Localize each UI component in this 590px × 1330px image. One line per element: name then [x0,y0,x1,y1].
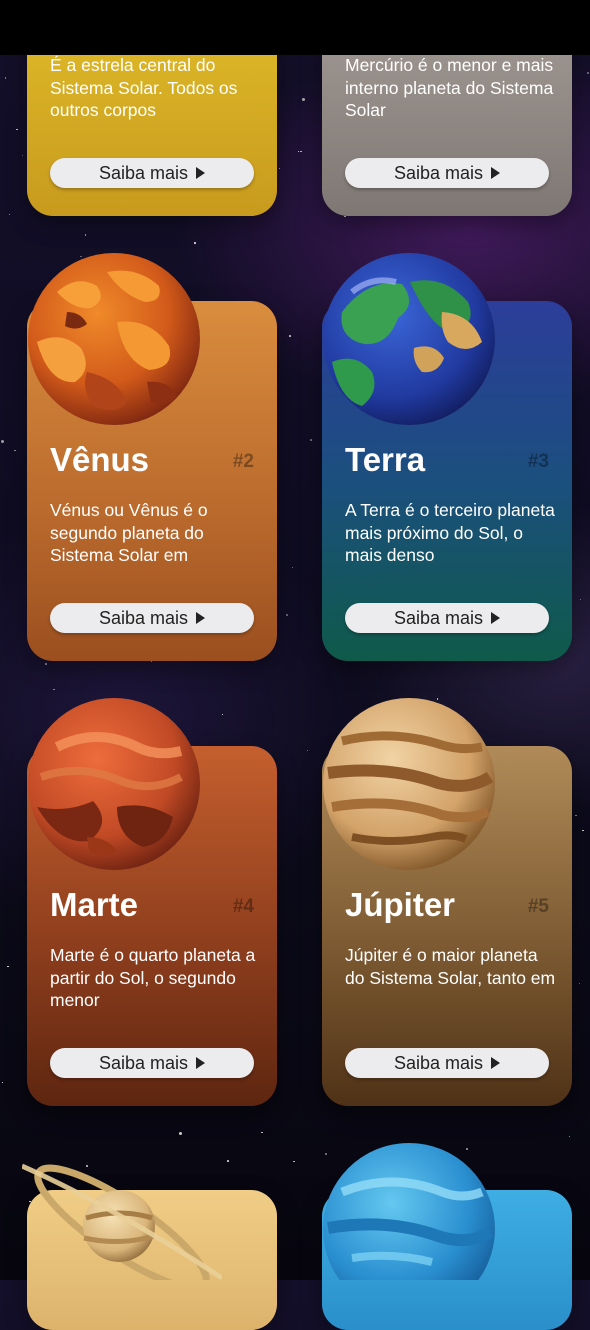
play-triangle-icon [196,1057,206,1069]
star [227,1160,229,1162]
star [582,829,584,832]
star [53,688,55,691]
button-label: Saiba mais [393,162,484,183]
play-triangle-icon [196,612,206,624]
planet-name: Terra [345,441,426,478]
jupiter-planet-icon [323,698,495,870]
planet-description: Vénus ou Vênus é o segundo planeta do Si… [50,500,208,565]
star [14,449,16,452]
star [291,566,294,569]
star [289,335,291,337]
mercury-description: Mercúrio é o menor e mais interno planet… [345,55,554,120]
star [579,598,582,601]
button-label: Saiba mais [98,607,189,628]
star [16,128,18,131]
star [297,150,300,153]
star [344,215,346,218]
sun-saiba-mais-button[interactable]: Saiba mais [50,158,254,188]
star [286,614,288,616]
planet-name: Marte [50,886,139,923]
play-triangle-icon [491,167,501,179]
play-triangle-icon [196,167,206,179]
star [293,1160,295,1163]
planet-number: #4 [232,896,254,917]
star [4,77,7,79]
star [8,213,11,216]
earth-saiba-mais-button[interactable]: Saiba mais [345,603,549,633]
star [568,1135,571,1138]
planet-name: Júpiter [345,886,456,923]
planet-description: A Terra é o terceiro planeta mais próxim… [345,500,555,565]
star [221,713,224,716]
star [1,440,5,444]
button-label: Saiba mais [98,162,189,183]
jupiter-saiba-mais-button[interactable]: Saiba mais [345,1048,549,1078]
star [306,749,309,752]
button-label: Saiba mais [393,1052,484,1073]
sun-description: É a estrela central do Sistema Solar. To… [50,55,238,120]
star [587,72,589,74]
star [261,1131,263,1134]
mars-planet-icon [28,698,200,870]
star [21,154,24,157]
star [7,965,9,968]
mercury-saiba-mais-button[interactable]: Saiba mais [345,158,549,188]
venus-saiba-mais-button[interactable]: Saiba mais [50,603,254,633]
planet-description: Marte é o quarto planeta a partir do Sol… [50,945,256,1010]
status-bar [0,0,590,55]
star [310,439,312,441]
button-label: Saiba mais [393,607,484,628]
mars-saiba-mais-button[interactable]: Saiba mais [50,1048,254,1078]
saturn-planet-icon [22,1163,222,1280]
star [1,1081,4,1084]
star [45,663,47,665]
play-triangle-icon [491,1057,501,1069]
star [300,150,302,153]
planet-name: Vênus [50,441,150,478]
play-triangle-icon [491,612,501,624]
neptune-planet-icon [323,1143,495,1280]
planet-description: Júpiter é o maior planeta do Sistema Sol… [345,945,556,988]
star [84,234,87,236]
star [575,814,577,817]
earth-planet-icon [323,253,495,425]
venus-planet-icon [28,253,200,425]
star [178,1132,182,1136]
planet-number: #2 [232,451,254,472]
star [194,242,196,244]
star [278,167,281,170]
planet-number: #3 [527,451,549,472]
star [150,660,153,663]
star [578,982,581,985]
planet-number: #5 [527,896,549,917]
button-label: Saiba mais [98,1052,189,1073]
star [302,97,306,101]
